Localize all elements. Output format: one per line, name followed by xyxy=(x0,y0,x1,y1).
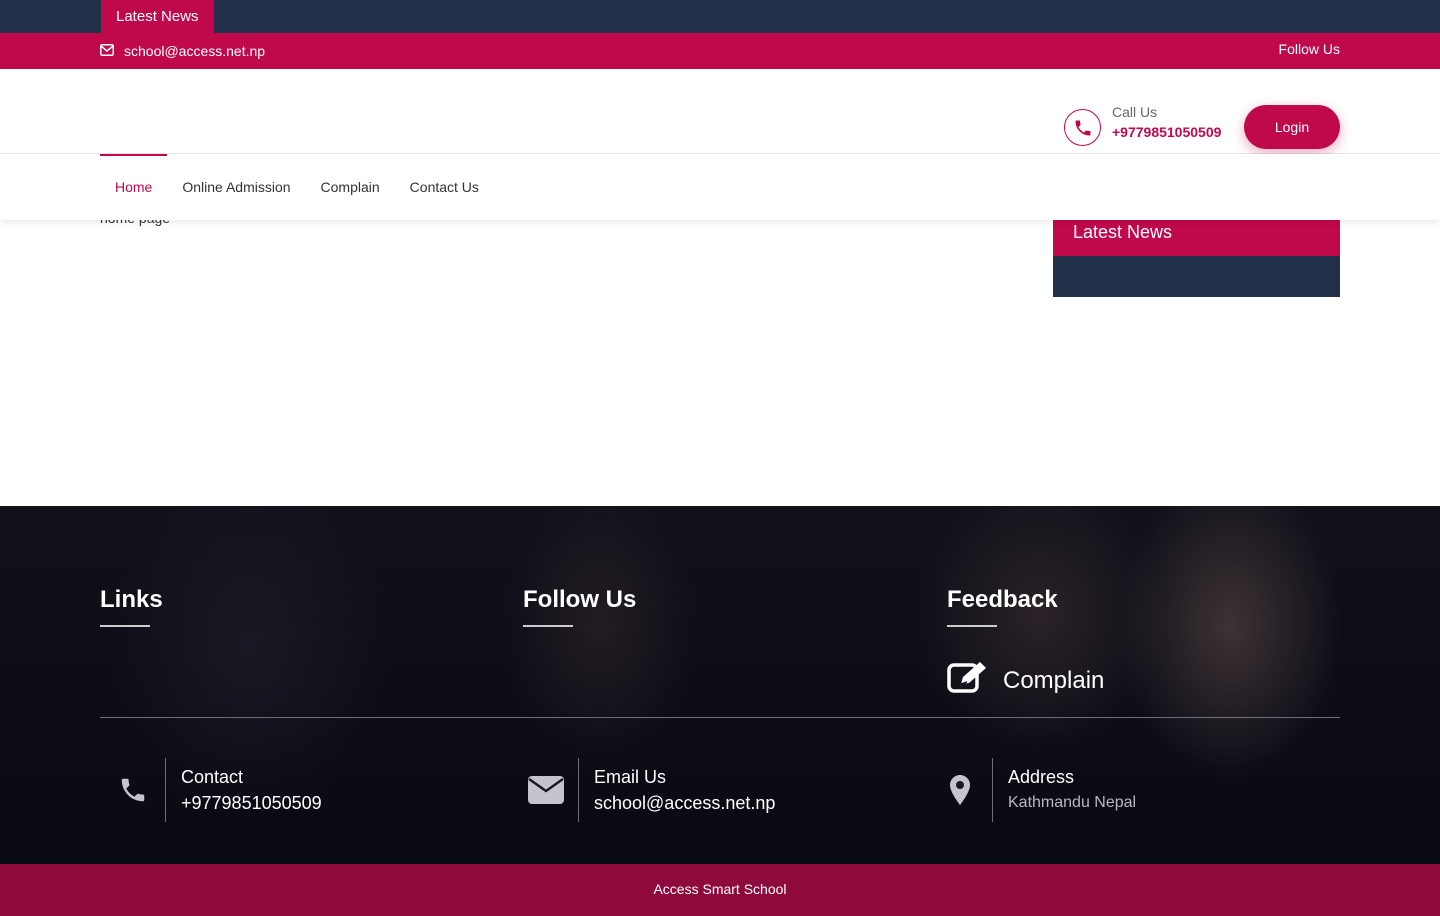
email-label: Email Us xyxy=(594,767,667,787)
complain-label: Complain xyxy=(1003,666,1105,694)
nav-item-contact-us[interactable]: Contact Us xyxy=(395,154,494,220)
latest-news-widget: Latest News xyxy=(1053,208,1340,297)
email-value[interactable]: school@access.net.np xyxy=(594,790,775,816)
site-header: Call Us +9779851050509 Login xyxy=(0,69,1440,154)
call-us-number[interactable]: +9779851050509 xyxy=(1112,121,1221,143)
copyright-bar: Access Smart School xyxy=(0,864,1440,916)
nav-item-home[interactable]: Home xyxy=(100,154,168,220)
phone-icon xyxy=(100,758,166,822)
footer-email: Email Us school@access.net.np xyxy=(513,758,775,822)
topbar-email[interactable]: school@access.net.np xyxy=(100,43,265,59)
phone-icon xyxy=(1064,109,1101,146)
map-marker-icon xyxy=(927,758,993,822)
topbar-email-text: school@access.net.np xyxy=(124,43,266,59)
edit-icon xyxy=(947,660,989,701)
latest-news-body xyxy=(1053,256,1340,297)
footer-links-title: Links xyxy=(100,586,163,613)
footer-divider xyxy=(100,717,1340,718)
call-us-label: Call Us xyxy=(1112,104,1158,120)
footer-follow-underline xyxy=(523,625,573,627)
envelope-outline-icon xyxy=(100,43,114,59)
login-button[interactable]: Login xyxy=(1244,105,1340,149)
footer-complain-link[interactable]: Complain xyxy=(947,660,1104,701)
footer-address: Address Kathmandu Nepal xyxy=(927,758,1136,822)
nav-item-complain[interactable]: Complain xyxy=(306,154,395,220)
ticker-label: Latest News xyxy=(101,0,214,33)
footer-follow-title: Follow Us xyxy=(523,586,637,613)
footer-feedback-underline xyxy=(947,625,997,627)
envelope-icon xyxy=(513,758,579,822)
footer-links-underline xyxy=(100,625,150,627)
call-us-text: Call Us +9779851050509 xyxy=(1112,103,1221,143)
top-contact-bar: school@access.net.np Follow Us xyxy=(0,33,1440,69)
address-label: Address xyxy=(1008,767,1075,787)
site-footer: Links Follow Us Feedback Complain Contac… xyxy=(0,506,1440,864)
contact-label: Contact xyxy=(181,767,244,787)
topbar-follow-us[interactable]: Follow Us xyxy=(1279,41,1340,57)
footer-contact: Contact +9779851050509 xyxy=(100,758,322,822)
main-nav: Home Online Admission Complain Contact U… xyxy=(0,154,1440,220)
address-value: Kathmandu Nepal xyxy=(1008,794,1137,811)
nav-item-online-admission[interactable]: Online Admission xyxy=(167,154,305,220)
news-ticker: Latest News xyxy=(0,0,1440,33)
footer-feedback-title: Feedback xyxy=(947,586,1058,613)
call-us-block: Call Us +9779851050509 xyxy=(1064,104,1221,146)
contact-value[interactable]: +9779851050509 xyxy=(181,790,322,816)
